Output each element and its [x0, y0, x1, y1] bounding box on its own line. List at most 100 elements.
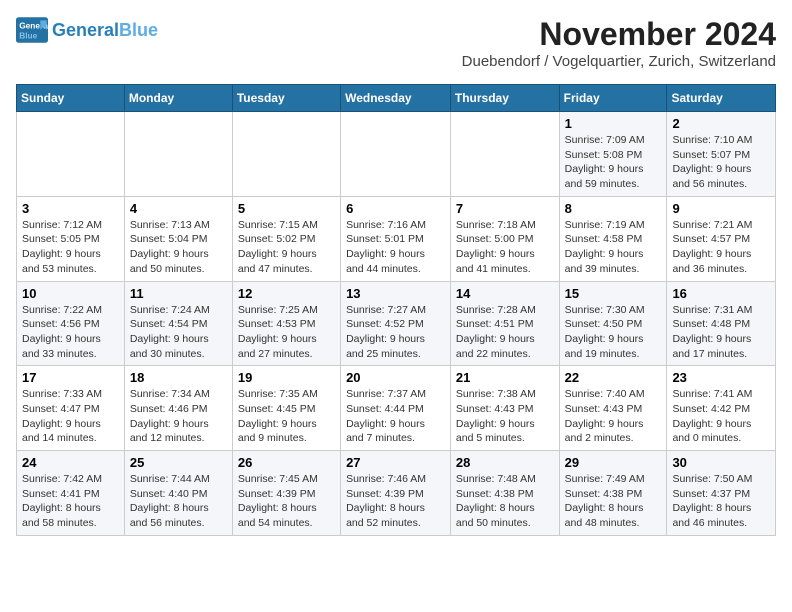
day-info: Sunrise: 7:24 AM Sunset: 4:54 PM Dayligh…: [130, 303, 227, 362]
day-number: 3: [22, 201, 119, 216]
calendar-cell: 5Sunrise: 7:15 AM Sunset: 5:02 PM Daylig…: [232, 196, 340, 281]
logo-text: GeneralBlue: [52, 21, 158, 39]
day-info: Sunrise: 7:30 AM Sunset: 4:50 PM Dayligh…: [565, 303, 662, 362]
day-number: 12: [238, 286, 335, 301]
day-info: Sunrise: 7:12 AM Sunset: 5:05 PM Dayligh…: [22, 218, 119, 277]
calendar-cell: [232, 112, 340, 197]
calendar-cell: 14 Sunrise: 7:28 AM Sunset: 4:51 PM Dayli…: [450, 281, 559, 366]
svg-text:Blue: Blue: [19, 30, 37, 40]
day-number: 15: [565, 286, 662, 301]
calendar-table: SundayMondayTuesdayWednesdayThursdayFrid…: [16, 84, 776, 536]
calendar-cell: 16Sunrise: 7:31 AM Sunset: 4:48 PM Dayli…: [667, 281, 776, 366]
day-number: 4: [130, 201, 227, 216]
calendar-cell: 27Sunrise: 7:46 AM Sunset: 4:39 PM Dayli…: [341, 451, 451, 536]
calendar-cell: 25 Sunrise: 7:44 AM Sunset: 4:40 PM Dayli…: [124, 451, 232, 536]
logo: General Blue GeneralBlue: [16, 16, 158, 44]
day-info: Sunrise: 7:28 AM Sunset: 4:51 PM Dayligh…: [456, 303, 554, 362]
day-number: 28: [456, 455, 554, 470]
calendar-body: 1 Sunrise: 7:09 AM Sunset: 5:08 PM Daylig…: [17, 112, 776, 536]
calendar-cell: 22 Sunrise: 7:40 AM Sunset: 4:43 PM Dayli…: [559, 366, 667, 451]
calendar-cell: 7 Sunrise: 7:18 AM Sunset: 5:00 PM Daylig…: [450, 196, 559, 281]
calendar-cell: 19 Sunrise: 7:35 AM Sunset: 4:45 PM Dayli…: [232, 366, 340, 451]
calendar-cell: 18 Sunrise: 7:34 AM Sunset: 4:46 PM Dayli…: [124, 366, 232, 451]
calendar-cell: [17, 112, 125, 197]
calendar-cell: 2 Sunrise: 7:10 AM Sunset: 5:07 PM Daylig…: [667, 112, 776, 197]
day-number: 10: [22, 286, 119, 301]
day-number: 14: [456, 286, 554, 301]
calendar-cell: 30 Sunrise: 7:50 AM Sunset: 4:37 PM Dayli…: [667, 451, 776, 536]
calendar-cell: 11 Sunrise: 7:24 AM Sunset: 4:54 PM Dayli…: [124, 281, 232, 366]
day-info: Sunrise: 7:40 AM Sunset: 4:43 PM Dayligh…: [565, 387, 662, 446]
location-title: Duebendorf / Vogelquartier, Zurich, Swit…: [462, 53, 776, 70]
calendar-week-row: 3 Sunrise: 7:12 AM Sunset: 5:05 PM Daylig…: [17, 196, 776, 281]
day-number: 21: [456, 370, 554, 385]
day-info: Sunrise: 7:50 AM Sunset: 4:37 PM Dayligh…: [672, 472, 770, 531]
calendar-cell: 10Sunrise: 7:22 AM Sunset: 4:56 PM Dayli…: [17, 281, 125, 366]
month-title: November 2024: [462, 16, 776, 53]
day-info: Sunrise: 7:41 AM Sunset: 4:42 PM Dayligh…: [672, 387, 770, 446]
day-number: 19: [238, 370, 335, 385]
calendar-cell: 6Sunrise: 7:16 AM Sunset: 5:01 PM Daylig…: [341, 196, 451, 281]
calendar-cell: 28 Sunrise: 7:48 AM Sunset: 4:38 PM Dayli…: [450, 451, 559, 536]
calendar-week-row: 24 Sunrise: 7:42 AM Sunset: 4:41 PM Dayli…: [17, 451, 776, 536]
day-number: 29: [565, 455, 662, 470]
calendar-week-row: 10Sunrise: 7:22 AM Sunset: 4:56 PM Dayli…: [17, 281, 776, 366]
calendar-cell: 15 Sunrise: 7:30 AM Sunset: 4:50 PM Dayli…: [559, 281, 667, 366]
day-info: Sunrise: 7:25 AM Sunset: 4:53 PM Dayligh…: [238, 303, 335, 362]
day-info: Sunrise: 7:42 AM Sunset: 4:41 PM Dayligh…: [22, 472, 119, 531]
calendar-cell: [450, 112, 559, 197]
calendar-header-monday: Monday: [124, 85, 232, 112]
day-number: 7: [456, 201, 554, 216]
calendar-week-row: 1 Sunrise: 7:09 AM Sunset: 5:08 PM Daylig…: [17, 112, 776, 197]
day-info: Sunrise: 7:16 AM Sunset: 5:01 PM Dayligh…: [346, 218, 445, 277]
calendar-cell: 24 Sunrise: 7:42 AM Sunset: 4:41 PM Dayli…: [17, 451, 125, 536]
day-number: 18: [130, 370, 227, 385]
day-info: Sunrise: 7:09 AM Sunset: 5:08 PM Dayligh…: [565, 133, 662, 192]
calendar-cell: 3 Sunrise: 7:12 AM Sunset: 5:05 PM Daylig…: [17, 196, 125, 281]
day-number: 23: [672, 370, 770, 385]
calendar-cell: [124, 112, 232, 197]
calendar-cell: 8 Sunrise: 7:19 AM Sunset: 4:58 PM Daylig…: [559, 196, 667, 281]
day-number: 11: [130, 286, 227, 301]
day-info: Sunrise: 7:35 AM Sunset: 4:45 PM Dayligh…: [238, 387, 335, 446]
title-section: November 2024 Duebendorf / Vogelquartier…: [462, 16, 776, 78]
calendar-cell: 26Sunrise: 7:45 AM Sunset: 4:39 PM Dayli…: [232, 451, 340, 536]
day-number: 24: [22, 455, 119, 470]
day-info: Sunrise: 7:18 AM Sunset: 5:00 PM Dayligh…: [456, 218, 554, 277]
calendar-cell: 1 Sunrise: 7:09 AM Sunset: 5:08 PM Daylig…: [559, 112, 667, 197]
day-info: Sunrise: 7:34 AM Sunset: 4:46 PM Dayligh…: [130, 387, 227, 446]
calendar-cell: 4Sunrise: 7:13 AM Sunset: 5:04 PM Daylig…: [124, 196, 232, 281]
calendar-cell: [341, 112, 451, 197]
calendar-header-saturday: Saturday: [667, 85, 776, 112]
day-number: 2: [672, 116, 770, 131]
calendar-header-sunday: Sunday: [17, 85, 125, 112]
calendar-cell: 9Sunrise: 7:21 AM Sunset: 4:57 PM Daylig…: [667, 196, 776, 281]
day-number: 22: [565, 370, 662, 385]
calendar-cell: 29Sunrise: 7:49 AM Sunset: 4:38 PM Dayli…: [559, 451, 667, 536]
calendar-cell: 17Sunrise: 7:33 AM Sunset: 4:47 PM Dayli…: [17, 366, 125, 451]
day-info: Sunrise: 7:45 AM Sunset: 4:39 PM Dayligh…: [238, 472, 335, 531]
day-number: 25: [130, 455, 227, 470]
day-info: Sunrise: 7:48 AM Sunset: 4:38 PM Dayligh…: [456, 472, 554, 531]
day-number: 8: [565, 201, 662, 216]
day-info: Sunrise: 7:27 AM Sunset: 4:52 PM Dayligh…: [346, 303, 445, 362]
day-number: 5: [238, 201, 335, 216]
day-number: 13: [346, 286, 445, 301]
day-number: 9: [672, 201, 770, 216]
calendar-cell: 21 Sunrise: 7:38 AM Sunset: 4:43 PM Dayli…: [450, 366, 559, 451]
day-number: 16: [672, 286, 770, 301]
day-info: Sunrise: 7:44 AM Sunset: 4:40 PM Dayligh…: [130, 472, 227, 531]
day-number: 30: [672, 455, 770, 470]
day-info: Sunrise: 7:19 AM Sunset: 4:58 PM Dayligh…: [565, 218, 662, 277]
day-info: Sunrise: 7:10 AM Sunset: 5:07 PM Dayligh…: [672, 133, 770, 192]
day-number: 20: [346, 370, 445, 385]
day-info: Sunrise: 7:46 AM Sunset: 4:39 PM Dayligh…: [346, 472, 445, 531]
day-info: Sunrise: 7:38 AM Sunset: 4:43 PM Dayligh…: [456, 387, 554, 446]
calendar-header-tuesday: Tuesday: [232, 85, 340, 112]
calendar-cell: 23 Sunrise: 7:41 AM Sunset: 4:42 PM Dayli…: [667, 366, 776, 451]
day-number: 1: [565, 116, 662, 131]
calendar-cell: 13 Sunrise: 7:27 AM Sunset: 4:52 PM Dayli…: [341, 281, 451, 366]
calendar-header-friday: Friday: [559, 85, 667, 112]
generalblue-icon: General Blue: [16, 16, 48, 44]
calendar-cell: 12 Sunrise: 7:25 AM Sunset: 4:53 PM Dayli…: [232, 281, 340, 366]
